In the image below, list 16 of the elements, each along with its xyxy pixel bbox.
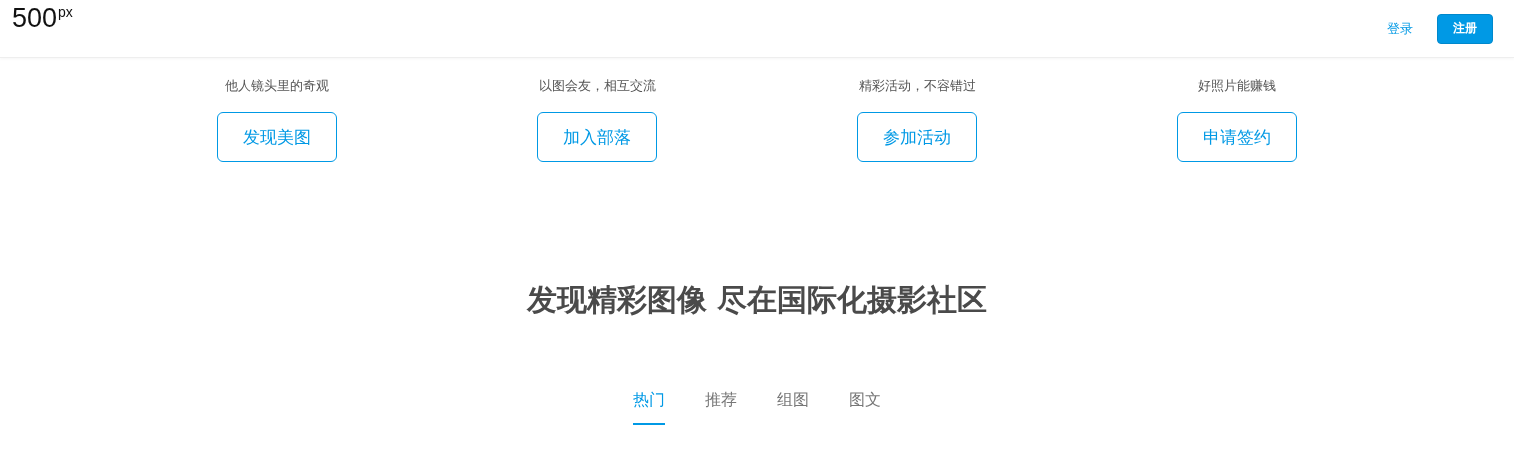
feature-subtitle: 好照片能赚钱 — [1198, 77, 1276, 95]
login-link[interactable]: 登录 — [1387, 19, 1413, 38]
headline: 发现精彩图像 尽在国际化摄影社区 — [525, 281, 989, 319]
feature-button[interactable]: 发现美图 — [217, 112, 337, 162]
logo[interactable]: 500$^{px}$ — [12, 5, 73, 32]
register-button[interactable]: 注册 — [1437, 13, 1493, 44]
feature-subtitle: 他人镜头里的奇观 — [225, 77, 329, 95]
feature-subtitle: 以图会友，相互交流 — [538, 77, 656, 95]
tab[interactable]: 图文 — [849, 389, 881, 425]
feature-button[interactable]: 申请签约 — [1177, 112, 1297, 162]
tab[interactable]: 推荐 — [705, 389, 737, 425]
tab[interactable]: 热门 — [633, 389, 665, 425]
feature-button[interactable]: 参加活动 — [857, 112, 977, 162]
tab[interactable]: 组图 — [777, 389, 809, 425]
feature-subtitle: 精彩活动，不容错过 — [858, 77, 976, 95]
feature-button[interactable]: 加入部落 — [537, 112, 657, 162]
